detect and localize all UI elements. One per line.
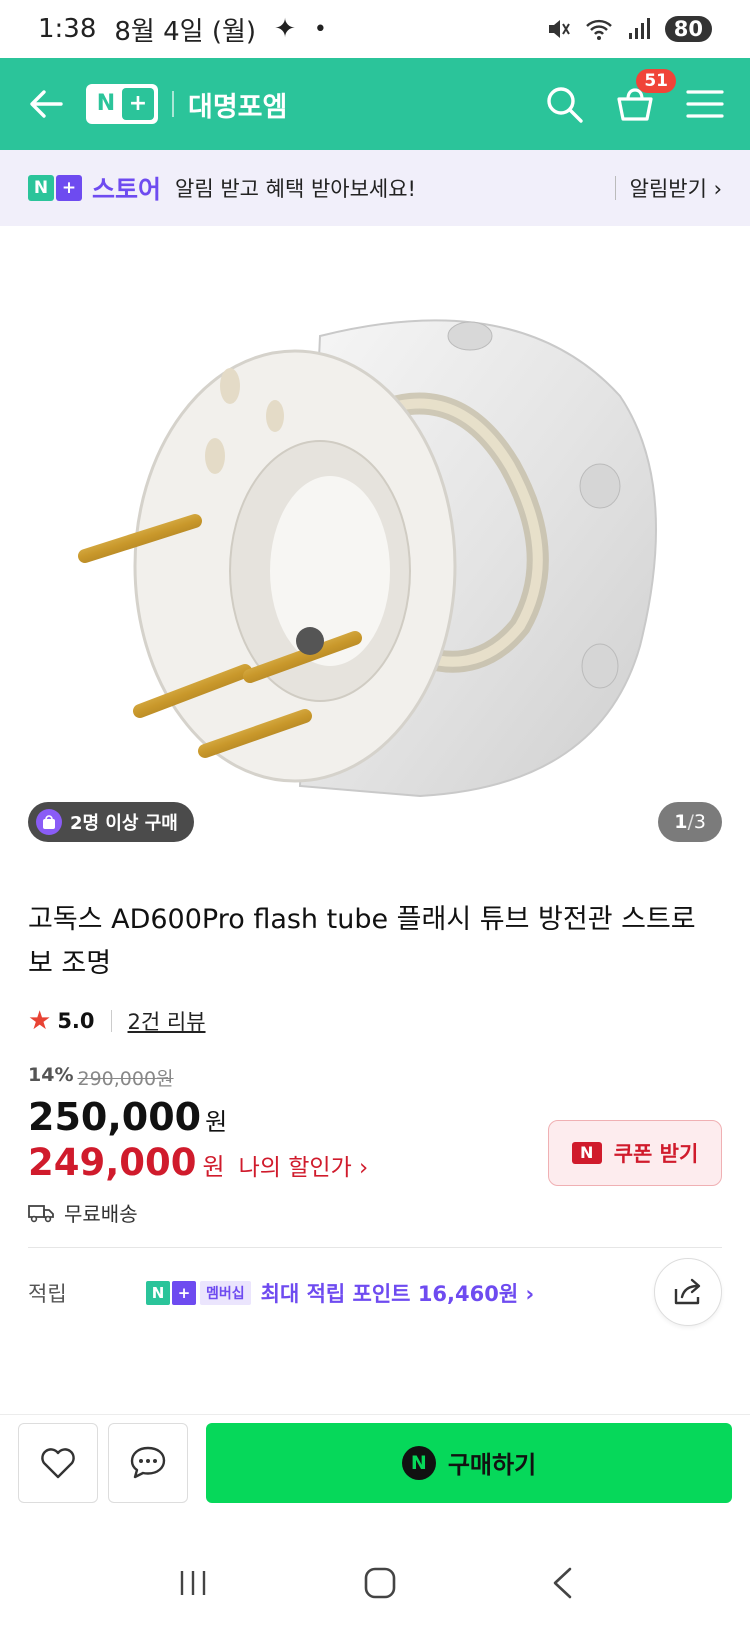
cart-count-badge: 51 (636, 69, 676, 93)
shipping-label: 무료배송 (64, 1202, 138, 1226)
share-icon (674, 1278, 701, 1305)
status-bar: 1:38 8월 4일 (월) ✦ • 80 (0, 0, 750, 58)
product-title: 고독스 AD600Pro flash tube 플래시 튜브 방전관 스트로보 … (28, 904, 696, 979)
delivery-truck-icon (28, 1204, 54, 1222)
battery-indicator: 80 (664, 16, 712, 42)
status-time: 1:38 (38, 14, 97, 44)
wishlist-button[interactable] (18, 1422, 98, 1503)
chat-bubble-icon (130, 1446, 166, 1478)
chat-button[interactable] (108, 1422, 188, 1503)
notice-text: 알림 받고 혜택 받아보세요! (175, 177, 416, 201)
rating-row: ★ 5.0 2건 리뷰 (28, 1006, 722, 1036)
rating-divider (110, 1010, 112, 1032)
heart-icon (41, 1447, 75, 1478)
back-button[interactable] (26, 84, 66, 124)
rating-value: 5.0 (57, 1009, 95, 1033)
signal-icon (628, 18, 650, 39)
product-info: 고독스 AD600Pro flash tube 플래시 튜브 방전관 스트로보 … (0, 874, 750, 1227)
review-link[interactable]: 2건 리뷰 (128, 1006, 206, 1036)
sparkle-icon: ✦ (274, 14, 296, 44)
coupon-button-label: 쿠폰 받기 (613, 1142, 699, 1166)
wifi-icon (585, 19, 612, 40)
notification-subscribe-link[interactable]: 알림받기 › (615, 173, 722, 203)
hamburger-menu-icon[interactable] (686, 89, 724, 119)
buy-button-label: 구매하기 (447, 1451, 537, 1479)
header-divider (172, 91, 174, 117)
back-nav-icon[interactable] (550, 1566, 574, 1600)
system-navigation-bar (0, 1540, 750, 1625)
coupon-download-button[interactable]: N 쿠폰 받기 (548, 1120, 722, 1186)
sale-price: 250,000 (28, 1095, 202, 1139)
shipping-row: 무료배송 (28, 1198, 722, 1227)
flash-tube-image (78, 319, 657, 798)
image-page-indicator: 1 / 3 (658, 802, 722, 842)
status-date: 8월 4일 (월) (114, 16, 257, 47)
product-image-carousel[interactable]: 2명 이상 구매 1 / 3 (0, 226, 750, 874)
app-header: N + 대명포엠 51 (0, 58, 750, 150)
membership-badge-label: 멤버십 (200, 1281, 251, 1305)
discount-rate: 14% (28, 1064, 74, 1086)
max-points-link[interactable]: 최대 적립 포인트 16,460원 › (261, 1278, 535, 1308)
page-separator: / (687, 811, 694, 833)
sale-price-unit: 원 (205, 1108, 228, 1136)
cart-button[interactable]: 51 (614, 69, 676, 125)
mute-icon (548, 20, 570, 38)
search-icon[interactable] (544, 84, 584, 124)
my-discount-price-link[interactable]: 나의 할인가 › (239, 1148, 369, 1182)
recent-apps-icon[interactable] (176, 1568, 210, 1598)
nplus-logo[interactable]: N + (86, 84, 158, 124)
total-pages: 3 (693, 811, 706, 833)
nplus-store-logo: N + (28, 175, 82, 201)
my-discount-price: 249,000 (28, 1141, 197, 1184)
points-label: 적립 (28, 1282, 67, 1306)
points-row: 적립 N + 멤버십 최대 적립 포인트 16,460원 › (0, 1248, 750, 1326)
bundle-purchase-badge: 2명 이상 구매 (28, 802, 194, 842)
bundle-badge-label: 2명 이상 구매 (70, 813, 178, 834)
store-logo-n: N (28, 175, 54, 201)
discount-row: 14% 290,000원 (28, 1064, 722, 1091)
naver-pay-icon: N (401, 1445, 436, 1480)
store-name[interactable]: 대명포엠 (188, 85, 287, 124)
store-logo-plus: + (56, 175, 82, 201)
notification-banner: N + 스토어 알림 받고 혜택 받아보세요! 알림받기 › (0, 150, 750, 226)
membership-badge-plus: + (172, 1281, 196, 1305)
logo-plus: + (122, 88, 154, 120)
home-icon[interactable] (363, 1566, 397, 1600)
my-price-unit: 원 (202, 1153, 225, 1181)
current-page: 1 (674, 811, 688, 833)
membership-badge-n: N (146, 1281, 170, 1305)
share-button[interactable] (654, 1258, 722, 1326)
original-price: 290,000원 (77, 1068, 174, 1090)
store-word: 스토어 (92, 175, 162, 204)
bottom-action-bar: N 구매하기 (0, 1414, 750, 1510)
naver-coupon-icon: N (571, 1142, 602, 1164)
shopping-bag-icon (36, 809, 62, 835)
logo-n: N (96, 91, 116, 116)
arrow-left-icon (30, 90, 63, 118)
buy-now-button[interactable]: N 구매하기 (206, 1422, 732, 1503)
nplus-membership-badge: N + 멤버십 (146, 1281, 251, 1305)
notification-dot-icon: • (313, 16, 327, 42)
star-icon: ★ (28, 1006, 52, 1036)
